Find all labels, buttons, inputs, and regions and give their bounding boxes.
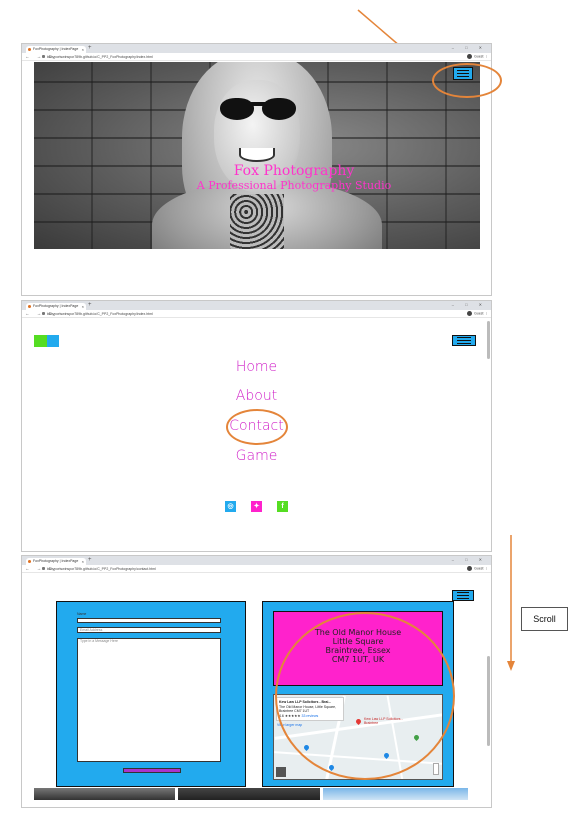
logo-blue-block bbox=[46, 335, 59, 347]
fox-favicon-icon bbox=[28, 305, 31, 308]
profile-area[interactable]: Guest ⋮ bbox=[465, 311, 488, 316]
browser-tab[interactable]: FoxPhotography | IndexPage × bbox=[26, 303, 86, 310]
hero-image: Fox Photography A Professional Photograp… bbox=[34, 62, 480, 249]
fox-favicon-icon bbox=[28, 560, 31, 563]
url-field[interactable]: kanyportswinspor789b.github.io/C_PP2_Fox… bbox=[42, 567, 156, 571]
tab-title: FoxPhotography | IndexPage bbox=[33, 559, 79, 563]
browser-tab[interactable]: FoxPhotography | IndexPage × bbox=[26, 46, 86, 53]
hero-smile bbox=[239, 148, 275, 162]
name-label: Name bbox=[77, 612, 87, 616]
hamburger-menu-button[interactable] bbox=[452, 590, 474, 601]
browser-tab[interactable]: FoxPhotography | IndexPage × bbox=[26, 558, 86, 565]
url-text: kanyportswinspor789b.github.io/C_PP2_Fox… bbox=[47, 566, 156, 571]
tab-title: FoxPhotography | IndexPage bbox=[33, 304, 79, 308]
profile-avatar-icon bbox=[467, 311, 473, 316]
url-text: kanyportswinspor789b.github.io/C_PP2_Fox… bbox=[47, 311, 153, 316]
tab-bar: FoxPhotography | IndexPage × + – □ ✕ bbox=[22, 301, 491, 310]
annotation-circle-hamburger bbox=[432, 63, 502, 98]
site-logo[interactable] bbox=[34, 335, 59, 347]
menu-dots-icon[interactable]: ⋮ bbox=[485, 54, 489, 58]
url-text: kanyportswinspor789b.github.io/C_PP2_Fox… bbox=[47, 54, 153, 59]
hero-title: Fox Photography bbox=[233, 163, 355, 179]
tab-close-icon[interactable]: × bbox=[82, 46, 84, 53]
email-input[interactable]: Email Address bbox=[77, 627, 221, 633]
tab-close-icon[interactable]: × bbox=[82, 303, 84, 310]
tab-bar: FoxPhotography | IndexPage × + – □ ✕ bbox=[22, 44, 491, 53]
hero-subtitle: A Professional Photography Studio bbox=[196, 179, 392, 192]
logo-green-block bbox=[34, 335, 47, 347]
profile-avatar-icon bbox=[467, 566, 473, 571]
submit-button[interactable] bbox=[123, 768, 181, 773]
profile-label: Guest bbox=[474, 311, 484, 316]
gallery-image bbox=[34, 788, 175, 800]
message-textarea[interactable]: Type in a Message Here bbox=[77, 638, 221, 762]
address-bar: ← → C kanyportswinspor789b.github.io/C_P… bbox=[22, 565, 491, 573]
menu-dots-icon[interactable]: ⋮ bbox=[485, 311, 489, 315]
menu-item-game[interactable]: Game bbox=[22, 448, 491, 464]
profile-avatar-icon bbox=[467, 54, 473, 59]
fox-favicon-icon bbox=[28, 48, 31, 51]
scrollbar[interactable] bbox=[487, 656, 490, 746]
new-tab-icon[interactable]: + bbox=[88, 45, 92, 51]
url-field[interactable]: kanyportswinspor789b.github.io/C_PP2_Fox… bbox=[42, 55, 153, 59]
url-field[interactable]: kanyportswinspor789b.github.io/C_PP2_Fox… bbox=[42, 312, 153, 316]
gallery-image bbox=[178, 788, 320, 800]
sunglasses-bridge bbox=[246, 102, 266, 106]
annotation-circle-map bbox=[275, 612, 455, 780]
profile-label: Guest bbox=[474, 54, 484, 59]
menu-item-home[interactable]: Home bbox=[22, 359, 491, 375]
menu-item-about[interactable]: About bbox=[22, 388, 491, 404]
browser-window-contact: FoxPhotography | IndexPage × + – □ ✕ ← →… bbox=[21, 555, 492, 808]
hero-top bbox=[230, 194, 284, 249]
map-thumbnail[interactable] bbox=[276, 767, 286, 777]
new-tab-icon[interactable]: + bbox=[88, 302, 92, 308]
twitter-icon[interactable]: ✦ bbox=[251, 501, 262, 512]
tab-close-icon[interactable]: × bbox=[82, 558, 84, 565]
address-bar: ← → C kanyportswinspor789b.github.io/C_P… bbox=[22, 310, 491, 318]
window-controls[interactable]: – □ ✕ bbox=[452, 557, 487, 562]
name-input[interactable] bbox=[77, 618, 221, 623]
address-bar: ← → C kanyportswinspor789b.github.io/C_P… bbox=[22, 53, 491, 61]
profile-label: Guest bbox=[474, 566, 484, 571]
instagram-icon[interactable]: ◎ bbox=[225, 501, 236, 512]
contact-form-panel: Name Email Address Type in a Message Her… bbox=[56, 601, 246, 787]
scroll-label: Scroll bbox=[521, 607, 568, 631]
annotation-circle-contact bbox=[226, 409, 288, 445]
menu-dots-icon[interactable]: ⋮ bbox=[485, 566, 489, 570]
map-zoom-controls[interactable] bbox=[433, 763, 439, 775]
gallery-image bbox=[323, 788, 468, 800]
new-tab-icon[interactable]: + bbox=[88, 557, 92, 563]
scrollbar[interactable] bbox=[487, 321, 490, 359]
tab-bar: FoxPhotography | IndexPage × + – □ ✕ bbox=[22, 556, 491, 565]
facebook-icon[interactable]: f bbox=[277, 501, 288, 512]
tab-title: FoxPhotography | IndexPage bbox=[33, 47, 79, 51]
browser-window-home: FoxPhotography | IndexPage × + – □ ✕ ← →… bbox=[21, 43, 492, 296]
profile-area[interactable]: Guest ⋮ bbox=[465, 54, 488, 59]
lock-icon bbox=[42, 55, 45, 59]
window-controls[interactable]: – □ ✕ bbox=[452, 45, 487, 50]
lock-icon bbox=[42, 567, 45, 571]
lock-icon bbox=[42, 312, 45, 316]
sunglasses-right bbox=[262, 98, 296, 120]
hamburger-menu-button[interactable] bbox=[452, 335, 476, 346]
window-controls[interactable]: – □ ✕ bbox=[452, 302, 487, 307]
scroll-arrow bbox=[507, 535, 515, 671]
profile-area[interactable]: Guest ⋮ bbox=[465, 566, 488, 571]
